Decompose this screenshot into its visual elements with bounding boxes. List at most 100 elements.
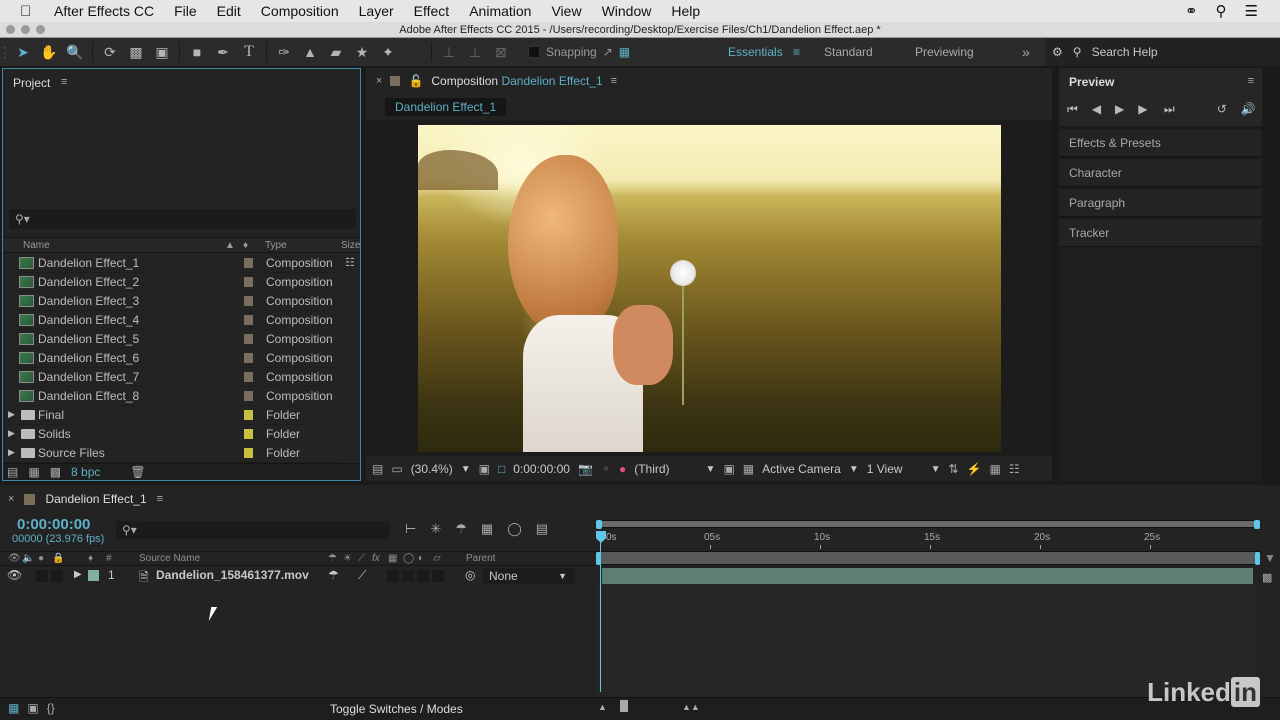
panel-menu-icon[interactable]: ≡: [61, 76, 67, 88]
expand-folder-icon[interactable]: ▶: [8, 447, 15, 458]
search-help[interactable]: ⚙ ⚲ Search Help: [1046, 38, 1280, 66]
layer-label-swatch[interactable]: [88, 570, 99, 581]
flowchart-icon[interactable]: ☷: [345, 256, 355, 269]
notification-list-icon[interactable]: ☰: [1245, 2, 1258, 20]
panel-menu-icon[interactable]: ≡: [611, 75, 617, 87]
layer-source-name[interactable]: Dandelion_158461377.mov: [156, 568, 309, 582]
menu-file[interactable]: File: [174, 3, 197, 19]
audio-icon[interactable]: 🔊: [1241, 102, 1256, 117]
chevron-down-icon[interactable]: ▼: [849, 464, 859, 475]
graph-editor-icon[interactable]: ▤: [536, 521, 548, 537]
zoom-in-icon[interactable]: ▲▲: [682, 702, 700, 712]
layer-row[interactable]: 👁 ▶ 1 🗎 Dandelion_158461377.mov ☂ ⟋ ◎ No…: [0, 567, 594, 585]
3d-switch-icon[interactable]: ▱: [433, 553, 441, 564]
label-swatch[interactable]: [244, 429, 253, 439]
current-time-indicator[interactable]: [600, 532, 601, 692]
character-panel[interactable]: Character: [1059, 159, 1262, 187]
zoom-tool-icon[interactable]: 🔍: [62, 40, 88, 64]
frame-blend-switch[interactable]: [402, 570, 414, 582]
pixel-aspect-icon[interactable]: ⇅: [948, 462, 958, 476]
close-window-button[interactable]: [6, 25, 15, 34]
motion-blur-switch-icon[interactable]: ◯: [403, 553, 414, 564]
label-swatch[interactable]: [244, 410, 253, 420]
workspace-menu-icon[interactable]: ≡: [793, 38, 800, 66]
chevron-down-icon[interactable]: ▼: [931, 464, 941, 475]
column-size[interactable]: Size: [341, 240, 360, 251]
label-swatch[interactable]: [244, 448, 253, 458]
panel-menu-icon[interactable]: ≡: [157, 493, 163, 505]
sort-ascending-icon[interactable]: ▲: [225, 240, 235, 251]
minimize-window-button[interactable]: [21, 25, 30, 34]
comp-mini-flowchart-icon[interactable]: ⊢: [405, 521, 416, 537]
shy-switch-icon[interactable]: ☂: [328, 568, 339, 582]
snapping-checkbox[interactable]: [528, 46, 540, 58]
color-depth-button[interactable]: 8 bpc: [71, 465, 100, 479]
3d-layer-switch[interactable]: [432, 570, 444, 582]
menu-view[interactable]: View: [551, 3, 581, 19]
project-item[interactable]: Dandelion Effect_2 Composition: [3, 273, 343, 292]
snapping-toggle[interactable]: Snapping ↗ ▦: [528, 45, 630, 59]
next-frame-icon[interactable]: ▶: [1138, 102, 1150, 117]
zoom-window-button[interactable]: [36, 25, 45, 34]
project-item[interactable]: Dandelion Effect_7 Composition: [3, 368, 343, 387]
flowchart-icon[interactable]: ☷: [1009, 462, 1020, 476]
new-folder-icon[interactable]: ▦: [28, 465, 39, 479]
navigator-end-handle[interactable]: [1254, 520, 1260, 529]
quality-switch-icon[interactable]: ⟋: [358, 568, 366, 583]
project-item[interactable]: Dandelion Effect_4 Composition: [3, 311, 343, 330]
chevron-down-icon[interactable]: ▼: [706, 464, 716, 475]
workspace-essentials[interactable]: Essentials: [728, 38, 783, 66]
toggle-switches-modes-button[interactable]: Toggle Switches / Modes: [330, 702, 463, 716]
audio-switch-icon[interactable]: 🔈: [22, 553, 34, 564]
label-swatch[interactable]: [244, 334, 253, 344]
timeline-search-input[interactable]: ⚲▾: [116, 521, 390, 539]
fast-previews-icon[interactable]: ⚡: [967, 462, 982, 476]
quality-switch-icon[interactable]: ⟋: [358, 553, 365, 564]
motion-blur-switch[interactable]: [417, 570, 429, 582]
expand-layer-icon[interactable]: ▶: [74, 569, 82, 580]
camera-view-dropdown[interactable]: Active Camera: [762, 462, 841, 476]
show-snapshot-icon[interactable]: ⚬: [601, 462, 611, 476]
apple-icon[interactable]: : [20, 3, 38, 20]
project-search-input[interactable]: ⚲▾: [9, 209, 356, 229]
play-icon[interactable]: ▶: [1115, 102, 1124, 117]
layer-duration-bar[interactable]: [602, 568, 1253, 584]
menu-composition[interactable]: Composition: [261, 3, 339, 19]
safe-zones-icon[interactable]: ▣: [479, 462, 490, 476]
time-ruler[interactable]: 0s 05s 10s 15s 20s 25s: [596, 518, 1260, 566]
workspace-previewing[interactable]: Previewing: [915, 38, 974, 66]
always-preview-icon[interactable]: ▤: [372, 462, 383, 476]
project-item[interactable]: Dandelion Effect_1 Composition: [3, 254, 343, 273]
zoom-out-icon[interactable]: ▲: [598, 702, 607, 712]
layer-switches-icon[interactable]: ▦: [8, 701, 19, 715]
frame-blending-icon[interactable]: ▦: [481, 521, 493, 537]
local-axis-icon[interactable]: ⊥: [436, 40, 462, 64]
shy-switch-icon[interactable]: ☂: [328, 553, 337, 564]
collapse-switch-icon[interactable]: ☀: [343, 553, 352, 564]
adjustment-switch-icon[interactable]: ◐: [418, 553, 424, 564]
current-time-display[interactable]: 0:00:00:00: [17, 516, 90, 533]
navigator-start-handle[interactable]: [596, 520, 602, 529]
spotlight-search-icon[interactable]: ⚲: [1216, 2, 1227, 20]
view-layout-dropdown[interactable]: 1 View: [867, 462, 903, 476]
lock-switch-icon[interactable]: 🔒: [52, 553, 64, 564]
menu-animation[interactable]: Animation: [469, 3, 531, 19]
interpret-footage-icon[interactable]: ▤: [7, 465, 18, 479]
label-swatch[interactable]: [244, 296, 253, 306]
effects-presets-panel[interactable]: Effects & Presets: [1059, 129, 1262, 157]
label-swatch[interactable]: [244, 391, 253, 401]
in-out-icon[interactable]: {}: [47, 701, 55, 715]
rectangle-tool-icon[interactable]: ■: [184, 40, 210, 64]
label-swatch[interactable]: [244, 372, 253, 382]
frame-blend-switch-icon[interactable]: ▦: [388, 553, 397, 564]
label-swatch[interactable]: [244, 277, 253, 287]
trash-icon[interactable]: 🗑: [130, 465, 145, 479]
pick-whip-icon[interactable]: ◎: [465, 568, 475, 582]
puppet-pin-tool-icon[interactable]: ✦: [375, 40, 401, 64]
work-area-bar[interactable]: [596, 551, 1260, 565]
shy-layers-icon[interactable]: ☂: [455, 521, 467, 537]
project-item[interactable]: ▶ Solids Folder: [3, 425, 343, 444]
panel-menu-icon[interactable]: ≡: [1248, 75, 1254, 87]
close-panel-icon[interactable]: ×: [8, 493, 14, 505]
label-swatch[interactable]: [244, 315, 253, 325]
